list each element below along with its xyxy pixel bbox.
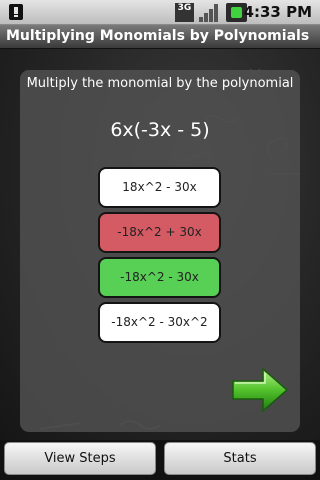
notification-alert-icon [9, 4, 23, 20]
question-prompt: Multiply the monomial by the polynomial [26, 76, 294, 91]
signal-strength-icon [199, 4, 218, 22]
app-title-bar: Multiplying Monomials by Polynomials [0, 25, 320, 49]
stats-button[interactable]: Stats [164, 442, 316, 475]
problem-expression: 6x(-3x - 5) [110, 119, 210, 141]
network-3g-icon: 3G [175, 3, 194, 22]
answer-option-1[interactable]: 18x^2 - 30x [98, 167, 221, 208]
view-steps-button[interactable]: View Steps [4, 442, 156, 475]
answer-option-3[interactable]: -18x^2 - 30x [98, 257, 221, 298]
clock: 4:33 PM [243, 3, 312, 21]
answer-option-2[interactable]: -18x^2 + 30x [98, 212, 221, 253]
green-right-arrow-icon[interactable] [229, 365, 291, 415]
app-title: Multiplying Monomials by Polynomials [6, 28, 310, 44]
answer-option-4[interactable]: -18x^2 - 30x^2 [98, 302, 221, 343]
status-bar: 3G 4:33 PM [0, 0, 320, 25]
